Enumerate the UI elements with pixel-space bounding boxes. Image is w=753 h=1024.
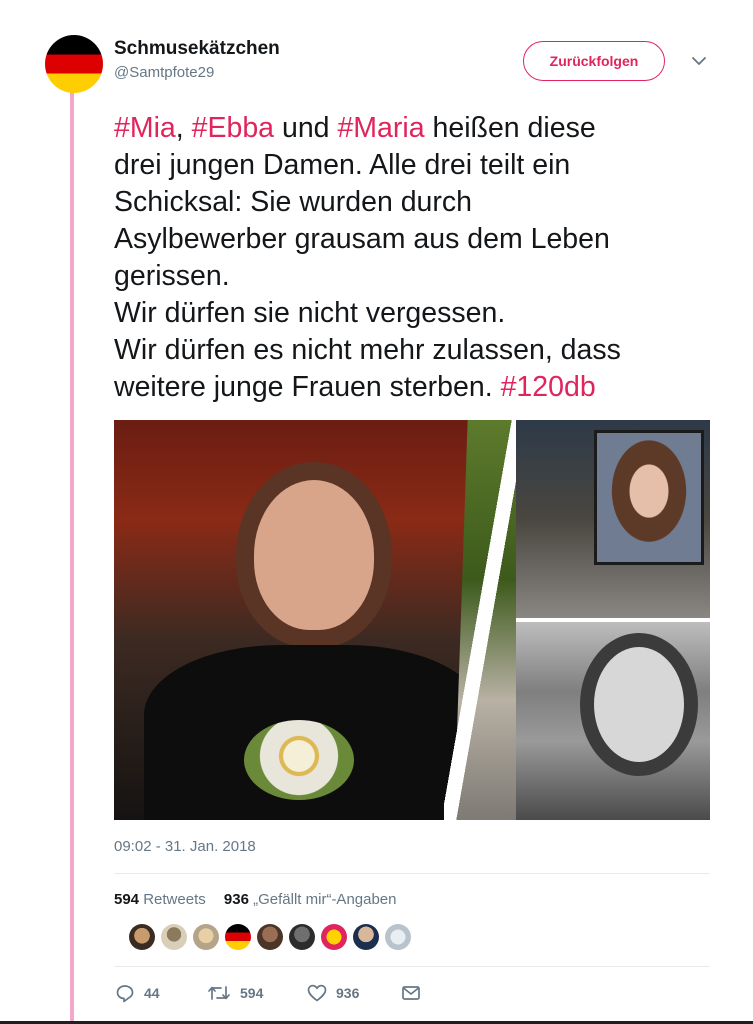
photo-bouquet: [244, 720, 354, 800]
photo-face: [254, 480, 374, 630]
media-photo-top-right[interactable]: [516, 420, 710, 618]
hashtag-link[interactable]: #Maria: [337, 112, 424, 144]
author-display-name[interactable]: Schmusekätzchen: [114, 38, 280, 60]
liker-avatar[interactable]: [161, 924, 187, 950]
like-button[interactable]: 936: [306, 982, 359, 1004]
retweets-label[interactable]: Retweets: [143, 891, 206, 908]
direct-message-button[interactable]: [400, 982, 422, 1004]
tweet-line-7: Wir dürfen es nicht mehr zulassen, dass: [114, 334, 621, 366]
tweet-media[interactable]: [114, 420, 710, 820]
reply-button[interactable]: 44: [114, 982, 160, 1004]
tweet-line-1-tail: heißen diese: [432, 112, 596, 144]
retweets-count[interactable]: 594: [114, 891, 139, 908]
likes-count[interactable]: 936: [224, 891, 249, 908]
photo-portrait-inset: [594, 430, 704, 565]
heart-icon: [307, 984, 327, 1002]
liker-avatar[interactable]: [257, 924, 283, 950]
reply-icon: [116, 985, 134, 1003]
tweet-text: #Mia, #Ebba und #Maria heißen diese drei…: [114, 110, 714, 406]
retweet-button[interactable]: 594: [206, 982, 263, 1004]
hashtag-link[interactable]: #Mia: [114, 112, 176, 144]
hashtag-link[interactable]: #120db: [501, 371, 596, 403]
divider: [114, 966, 710, 967]
envelope-icon: [402, 986, 420, 1000]
retweet-count: 594: [240, 985, 264, 1001]
tweet-conjunction: und: [281, 112, 330, 144]
liker-avatar[interactable]: [321, 924, 347, 950]
tweet-line-1: #Mia, #Ebba und #Maria heißen diese: [114, 110, 714, 147]
tweet-timestamp[interactable]: 09:02 - 31. Jan. 2018: [114, 838, 256, 855]
liker-avatar[interactable]: [385, 924, 411, 950]
tweet-line-8: weitere junge Frauen sterben. #120db: [114, 369, 714, 406]
follow-back-button[interactable]: Zurückfolgen: [523, 41, 665, 81]
photo-face: [594, 647, 684, 762]
liker-avatar[interactable]: [193, 924, 219, 950]
retweet-icon: [208, 986, 230, 1000]
reply-count: 44: [144, 985, 160, 1001]
liker-avatar[interactable]: [225, 924, 251, 950]
liker-avatar[interactable]: [353, 924, 379, 950]
tweet-line-5: gerissen.: [114, 260, 230, 292]
author-handle[interactable]: @Samtpfote29: [114, 64, 214, 81]
tweet-line-6: Wir dürfen sie nicht vergessen.: [114, 297, 506, 329]
liker-avatar[interactable]: [129, 924, 155, 950]
hashtag-link[interactable]: #Ebba: [192, 112, 274, 144]
thread-line: [70, 90, 74, 1024]
tweet-separator: ,: [175, 112, 184, 144]
liker-avatars: [129, 924, 411, 950]
chevron-down-icon[interactable]: [688, 50, 710, 72]
liker-avatar[interactable]: [289, 924, 315, 950]
tweet-line-4: Asylbewerber grausam aus dem Leben: [114, 223, 610, 255]
engagement-stats: 594 Retweets 936 „Gefällt mir“-Angaben: [114, 891, 397, 908]
media-divider: [444, 420, 524, 820]
author-avatar[interactable]: [45, 35, 103, 93]
likes-label[interactable]: „Gefällt mir“-Angaben: [253, 891, 396, 908]
tweet-line-2: drei jungen Damen. Alle drei teilt ein: [114, 149, 571, 181]
tweet-line-3: Schicksal: Sie wurden durch: [114, 186, 473, 218]
tweet-line-8-text: weitere junge Frauen sterben.: [114, 371, 493, 403]
media-photo-bottom-right[interactable]: [516, 622, 710, 820]
divider: [114, 873, 710, 874]
like-count: 936: [336, 985, 360, 1001]
